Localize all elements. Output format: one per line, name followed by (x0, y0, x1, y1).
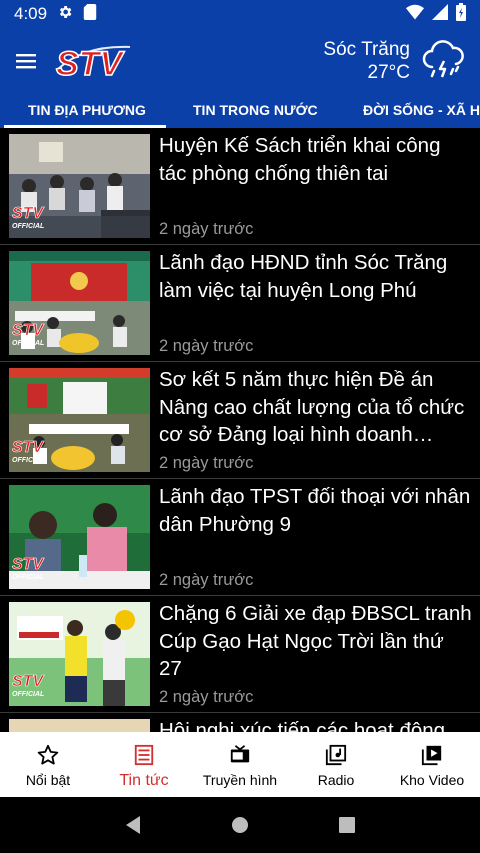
news-time: 2 ngày trước (159, 220, 254, 238)
news-thumbnail: STVOFFICIAL (9, 485, 150, 589)
status-bar: 4:09 (0, 0, 480, 28)
thumbnail-watermark-sub: OFFICIAL (12, 691, 44, 698)
category-tabs: TIN ĐỊA PHƯƠNG TIN TRONG NƯỚC ĐỜI SỐNG -… (0, 94, 480, 128)
thumbnail-watermark: STV (12, 322, 44, 339)
nav-tin-tuc[interactable]: Tin tức (96, 732, 192, 797)
stv-logo[interactable]: STV (54, 39, 142, 83)
thumbnail-watermark: STV (12, 439, 44, 456)
news-time: 2 ngày trước (159, 454, 254, 472)
menu-button[interactable] (2, 37, 50, 85)
cloud-rain-thunder-icon (422, 40, 464, 78)
tab-tin-trong-nuoc[interactable]: TIN TRONG NƯỚC (193, 94, 318, 128)
thumbnail-watermark-sub: OFFICIAL (12, 223, 44, 230)
nav-label: Tin tức (119, 772, 169, 789)
nav-kho-video[interactable]: Kho Video (384, 732, 480, 797)
stv-logo-text: STV (56, 45, 125, 83)
clock: 4:09 (14, 4, 48, 23)
tab-doi-song-xa-hoi[interactable]: ĐỜI SỐNG - XÃ HỘI (363, 94, 480, 128)
radio-icon (325, 744, 347, 766)
wifi-icon (406, 4, 424, 25)
nav-label: Nổi bật (25, 772, 71, 788)
video-library-icon (421, 745, 442, 766)
newspaper-icon (134, 744, 154, 766)
home-icon[interactable] (231, 816, 249, 834)
signal-icon (432, 3, 448, 25)
news-item[interactable]: STV OFFICIAL Chặng 6 Giải xe đạp ĐBSCL tr… (0, 596, 480, 713)
nav-label: Radio (317, 772, 355, 788)
weather-widget[interactable]: Sóc Trăng 27°C (323, 37, 480, 85)
back-icon[interactable] (124, 815, 142, 835)
system-navigation-bar (0, 797, 480, 853)
bottom-navigation: Nổi bật Tin tức Truyền hình Radio Kho Vi… (0, 732, 480, 797)
thumbnail-watermark: STV (12, 556, 44, 573)
news-list[interactable]: STV OFFICIAL Huyện Kế Sách triển khai côn… (0, 128, 480, 732)
star-icon (37, 744, 59, 765)
news-time: 2 ngày trước (159, 688, 254, 706)
app-bar: STV Sóc Trăng 27°C (0, 28, 480, 94)
recents-icon[interactable] (338, 816, 356, 834)
tab-tin-dia-phuong[interactable]: TIN ĐỊA PHƯƠNG (28, 94, 146, 128)
weather-city: Sóc Trăng (323, 39, 410, 60)
news-thumbnail: STVOFFICIAL (9, 602, 150, 706)
news-time: 2 ngày trước (159, 337, 254, 355)
battery-icon (456, 2, 466, 26)
tv-icon (230, 745, 250, 763)
news-title: Lãnh đạo HĐND tỉnh Sóc Trăng làm việc tạ… (159, 251, 448, 302)
nav-label: Kho Video (399, 772, 465, 788)
news-item[interactable]: STV OFFICIAL Lãnh đạo HĐND tỉnh Sóc Trăng… (0, 245, 480, 362)
news-time: 2 ngày trước (159, 571, 254, 589)
news-thumbnail: STVOFFICIAL (9, 719, 150, 732)
news-title: Huyện Kế Sách triển khai công tác phòng … (159, 134, 441, 185)
thumbnail-watermark-sub: OFFICIAL (12, 574, 44, 581)
thumbnail-watermark-sub: OFFICIAL (12, 457, 44, 464)
news-title: Lãnh đạo TPST đối thoại với nhân dân Phư… (159, 485, 471, 536)
news-title: Chặng 6 Giải xe đạp ĐBSCL tranh Cúp Gạo … (159, 602, 472, 680)
sd-card-icon (83, 3, 97, 25)
nav-truyen-hinh[interactable]: Truyền hình (192, 732, 288, 797)
news-item[interactable]: STV OFFICIAL Huyện Kế Sách triển khai côn… (0, 128, 480, 245)
hamburger-menu-icon (16, 54, 36, 69)
weather-temperature: 27°C (367, 62, 410, 83)
thumbnail-watermark: STV (12, 205, 44, 222)
news-title: Hội nghị xúc tiến các hoạt động (159, 719, 446, 732)
news-title: Sơ kết 5 năm thực hiện Đề án Nâng cao ch… (159, 368, 465, 446)
thumbnail-watermark: STV (12, 673, 44, 690)
news-item[interactable]: STVOFFICIAL Hội nghị xúc tiến các hoạt đ… (0, 713, 480, 732)
settings-gear-icon (57, 4, 73, 25)
nav-noi-bat[interactable]: Nổi bật (0, 732, 96, 797)
news-thumbnail: STVOFFICIAL (9, 368, 150, 472)
news-thumbnail: STVOFFICIAL (9, 134, 150, 238)
nav-label: Truyền hình (202, 772, 278, 788)
news-item[interactable]: STV OFFICIAL Sơ kết 5 năm thực hiện Đề án… (0, 362, 480, 479)
news-item[interactable]: STV OFFICIAL Lãnh đạo TPST đối thoại với … (0, 479, 480, 596)
news-thumbnail: STVOFFICIAL (9, 251, 150, 355)
thumbnail-watermark-sub: OFFICIAL (12, 340, 44, 347)
nav-radio[interactable]: Radio (288, 732, 384, 797)
